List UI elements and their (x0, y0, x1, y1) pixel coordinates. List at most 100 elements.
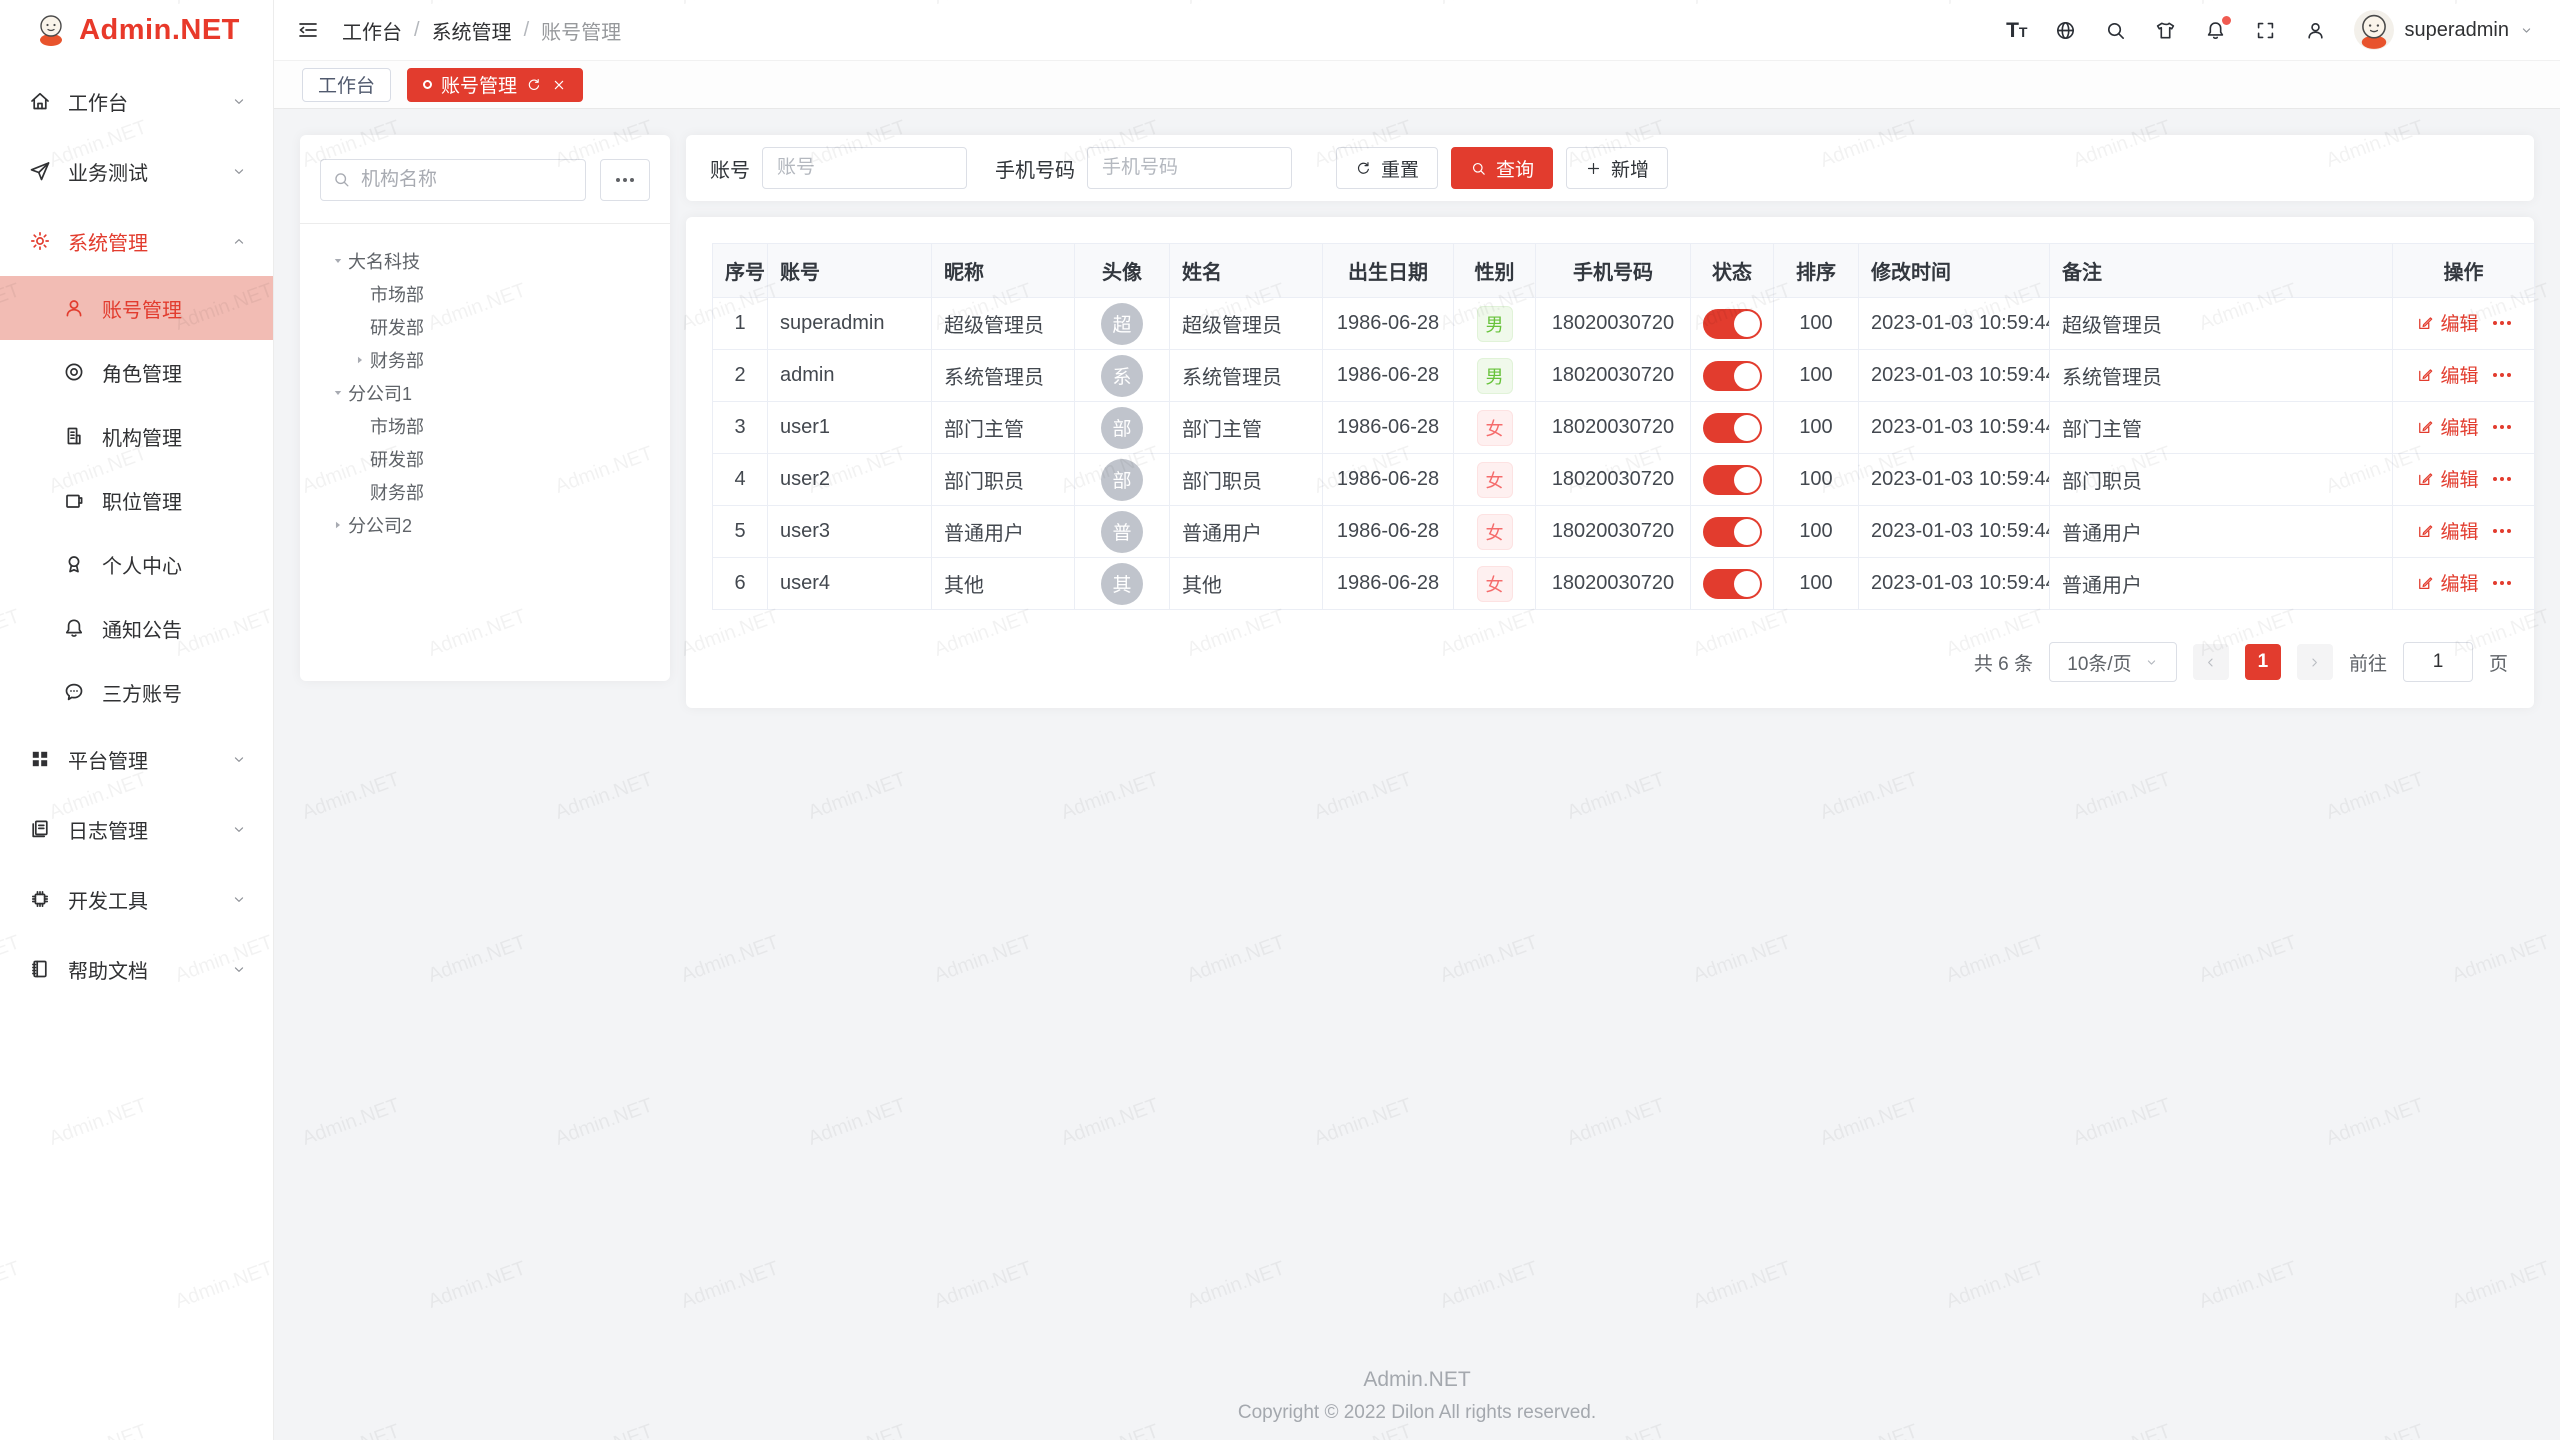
add-button[interactable]: 新增 (1566, 147, 1668, 189)
page-number-1[interactable]: 1 (2245, 644, 2281, 680)
sidebar-item-position-management[interactable]: 职位管理 (0, 468, 273, 532)
language-icon[interactable] (2054, 19, 2077, 42)
tab-refresh-icon[interactable] (526, 77, 542, 93)
sidebar-item-personal-center[interactable]: 个人中心 (0, 532, 273, 596)
cell-remark: 部门职员 (2050, 454, 2393, 506)
more-actions-button[interactable] (2493, 477, 2511, 481)
user-menu[interactable]: superadmin (2354, 10, 2534, 50)
sidebar-item-account-management[interactable]: 账号管理 (0, 276, 273, 340)
header-actions: TT superadmin (2006, 10, 2534, 50)
breadcrumb-item[interactable]: 工作台 (342, 16, 402, 45)
org-name-search-input[interactable] (320, 159, 586, 201)
cell-gender: 女 (1454, 454, 1536, 506)
tab-close-icon[interactable] (551, 77, 567, 93)
toggle-knob (1734, 311, 1760, 337)
search-icon[interactable] (2104, 19, 2127, 42)
page-size-select[interactable]: 10条/页 (2049, 642, 2177, 682)
tree-node[interactable]: 研发部 (320, 442, 650, 475)
toggle-knob (1734, 415, 1760, 441)
profile-icon[interactable] (2304, 19, 2327, 42)
org-more-button[interactable] (600, 159, 650, 201)
cell-index: 6 (713, 558, 768, 610)
notification-icon[interactable] (2204, 19, 2227, 42)
sidebar-item-label: 日志管理 (68, 815, 211, 844)
column-header-account: 账号 (768, 244, 932, 298)
collapse-sidebar-icon[interactable] (296, 18, 320, 42)
app-logo[interactable]: Admin.NET (0, 0, 273, 60)
font-size-icon[interactable]: TT (2006, 20, 2027, 41)
tree-node[interactable]: 大名科技 (320, 244, 650, 277)
sidebar-item-role-management[interactable]: 角色管理 (0, 340, 273, 404)
next-page-button[interactable] (2297, 644, 2333, 680)
edit-label: 编辑 (2440, 361, 2478, 388)
status-toggle[interactable] (1703, 413, 1762, 443)
status-toggle[interactable] (1703, 361, 1762, 391)
sidebar-item-log-management[interactable]: 日志管理 (0, 794, 273, 864)
account-management-tab[interactable]: 账号管理 (407, 68, 583, 102)
tree-node[interactable]: 财务部 (320, 343, 650, 376)
total-count: 共 6 条 (1974, 649, 2033, 676)
prev-page-button[interactable] (2193, 644, 2229, 680)
content-area: 大名科技市场部研发部财务部分公司1市场部研发部财务部分公司2 账号 手机号码 重… (274, 109, 2560, 1440)
edit-button[interactable]: 编辑 (2416, 361, 2478, 388)
edit-button[interactable]: 编辑 (2416, 413, 2478, 440)
cell-birth: 1986-06-28 (1323, 402, 1454, 454)
status-toggle[interactable] (1703, 465, 1762, 495)
account-input[interactable] (762, 147, 967, 189)
account-table: 序号账号昵称头像姓名出生日期性别手机号码状态排序修改时间备注操作 1supera… (712, 243, 2535, 610)
tree-node[interactable]: 市场部 (320, 409, 650, 442)
tree-node-label: 财务部 (370, 347, 424, 373)
tree-node[interactable]: 分公司2 (320, 508, 650, 541)
workbench-tab[interactable]: 工作台 (302, 68, 391, 102)
more-actions-button[interactable] (2493, 321, 2511, 325)
more-actions-button[interactable] (2493, 425, 2511, 429)
tree-node[interactable]: 分公司1 (320, 376, 650, 409)
goto-page-input[interactable] (2403, 642, 2473, 682)
edit-button[interactable]: 编辑 (2416, 569, 2478, 596)
more-actions-button[interactable] (2493, 581, 2511, 585)
tree-node[interactable]: 研发部 (320, 310, 650, 343)
edit-button[interactable]: 编辑 (2416, 465, 2478, 492)
cell-modified: 2023-01-03 10:59:44 (1859, 558, 2050, 610)
org-tree: 大名科技市场部研发部财务部分公司1市场部研发部财务部分公司2 (320, 244, 650, 541)
tree-node[interactable]: 市场部 (320, 277, 650, 310)
cell-phone: 18020030720 (1536, 298, 1691, 350)
sidebar-item-platform-management[interactable]: 平台管理 (0, 724, 273, 794)
chevron-down-icon (2144, 655, 2159, 670)
edit-button[interactable]: 编辑 (2416, 517, 2478, 544)
breadcrumb-item[interactable]: 系统管理 (432, 16, 512, 45)
sidebar-menu: 工作台业务测试系统管理账号管理角色管理机构管理职位管理个人中心通知公告三方账号平… (0, 60, 273, 1004)
status-toggle[interactable] (1703, 517, 1762, 547)
edit-button[interactable]: 编辑 (2416, 309, 2478, 336)
caret-closed (328, 518, 348, 532)
more-actions-button[interactable] (2493, 373, 2511, 377)
comment-icon (62, 680, 86, 704)
phone-input[interactable] (1087, 147, 1292, 189)
sidebar-item-system-management[interactable]: 系统管理 (0, 206, 273, 276)
cell-modified: 2023-01-03 10:59:44 (1859, 454, 2050, 506)
status-toggle[interactable] (1703, 309, 1762, 339)
sidebar-item-third-party-account[interactable]: 三方账号 (0, 660, 273, 724)
status-toggle[interactable] (1703, 569, 1762, 599)
sidebar-item-notice-announcement[interactable]: 通知公告 (0, 596, 273, 660)
sidebar-item-workbench[interactable]: 工作台 (0, 66, 273, 136)
cell-gender: 男 (1454, 350, 1536, 402)
sidebar-item-business-test[interactable]: 业务测试 (0, 136, 273, 206)
tree-node[interactable]: 财务部 (320, 475, 650, 508)
edit-label: 编辑 (2440, 517, 2478, 544)
theme-icon[interactable] (2154, 19, 2177, 42)
edit-icon (2416, 470, 2434, 488)
reset-button[interactable]: 重置 (1336, 147, 1438, 189)
sidebar-item-help-docs[interactable]: 帮助文档 (0, 934, 273, 1004)
sidebar-item-org-management[interactable]: 机构管理 (0, 404, 273, 468)
more-actions-button[interactable] (2493, 529, 2511, 533)
cell-account: user2 (768, 454, 932, 506)
sidebar-item-dev-tools[interactable]: 开发工具 (0, 864, 273, 934)
cell-sort: 100 (1774, 558, 1859, 610)
sidebar-item-label: 帮助文档 (68, 955, 211, 984)
sidebar: Admin.NET 工作台业务测试系统管理账号管理角色管理机构管理职位管理个人中… (0, 0, 274, 1440)
tree-node-label: 研发部 (370, 314, 424, 340)
search-button[interactable]: 查询 (1451, 147, 1553, 189)
cell-modified: 2023-01-03 10:59:44 (1859, 298, 2050, 350)
fullscreen-icon[interactable] (2254, 19, 2277, 42)
